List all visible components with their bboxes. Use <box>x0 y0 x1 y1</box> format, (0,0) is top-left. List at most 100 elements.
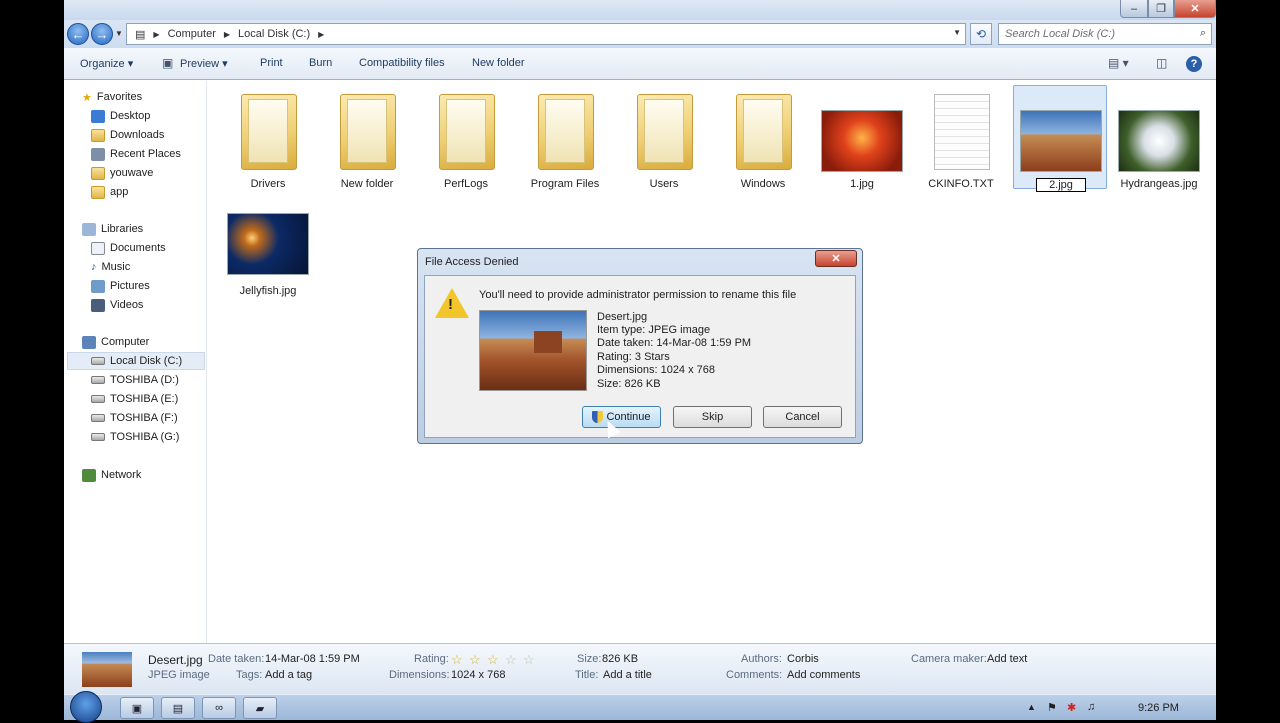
sidebar-item-music[interactable]: ♪ Music <box>91 258 130 276</box>
details-date-value[interactable]: 14-Mar-08 1:59 PM <box>265 653 360 665</box>
letterbox-left <box>0 0 64 720</box>
file-item[interactable]: Jellyfish.jpg <box>221 193 315 297</box>
continue-button[interactable]: Continue <box>582 406 661 428</box>
sidebar-item-desktop[interactable]: Desktop <box>91 107 150 125</box>
sidebar-item-network[interactable]: Network <box>82 466 141 484</box>
star-empty-icon[interactable]: ☆ <box>523 652 535 668</box>
taskbar-app-button[interactable]: ▤ <box>161 697 195 719</box>
search-icon[interactable]: ⌕ <box>1200 27 1206 40</box>
drive-icon <box>91 376 105 384</box>
search-input[interactable]: Search Local Disk (C:) ⌕ <box>998 23 1212 45</box>
sidebar-item-computer[interactable]: Computer <box>82 333 149 351</box>
close-button[interactable]: ✕ <box>1174 0 1216 18</box>
file-item[interactable]: Users <box>617 86 711 190</box>
help-icon[interactable]: ? <box>1186 56 1202 72</box>
recent-pages-dropdown-icon[interactable]: ▼ <box>115 29 123 38</box>
details-title-value[interactable]: Add a title <box>603 669 652 681</box>
back-button[interactable]: ← <box>67 23 89 45</box>
taskbar: ▣ ▤ ∞ ▰ ▲ ⚑ ✱ ♫ 9:26 PM <box>64 691 1216 723</box>
sidebar-item-favorites[interactable]: ★ Favorites <box>82 88 142 106</box>
maximize-button[interactable]: ❐ <box>1148 0 1174 18</box>
file-name: Program Files <box>530 178 600 190</box>
dialog-close-button[interactable]: ✕ <box>815 250 857 267</box>
sidebar-item-toshiba-e[interactable]: TOSHIBA (E:) <box>91 390 178 408</box>
details-comments-value[interactable]: Add comments <box>787 669 860 681</box>
star-filled-icon[interactable]: ☆ <box>487 652 499 668</box>
star-filled-icon[interactable]: ☆ <box>469 652 481 668</box>
taskbar-app-button[interactable]: ∞ <box>202 697 236 719</box>
show-hidden-icons-icon[interactable]: ▲ <box>1027 702 1036 712</box>
file-item[interactable]: Program Files <box>518 86 612 190</box>
print-button[interactable]: Print <box>260 57 283 69</box>
star-empty-icon[interactable]: ☆ <box>505 652 517 668</box>
sidebar-item-downloads[interactable]: Downloads <box>91 126 164 144</box>
details-size-key: Size: <box>577 653 602 665</box>
preview-menu[interactable]: Preview ▾ <box>180 57 228 70</box>
compatibility-files-button[interactable]: Compatibility files <box>359 57 445 69</box>
notepad-app-icon: ▤ <box>172 702 184 715</box>
sidebar-item-app[interactable]: app <box>91 183 128 201</box>
sidebar-item-libraries[interactable]: Libraries <box>82 220 143 238</box>
star-filled-icon[interactable]: ☆ <box>451 652 463 668</box>
cancel-button[interactable]: Cancel <box>763 406 842 428</box>
breadcrumb-computer[interactable]: Computer <box>168 28 216 40</box>
drive-icon <box>91 395 105 403</box>
file-item[interactable]: Hydrangeas.jpg <box>1112 86 1206 190</box>
file-item[interactable]: 1.jpg <box>815 86 909 190</box>
action-center-flag-icon[interactable]: ⚑ <box>1047 701 1057 714</box>
file-item[interactable]: New folder <box>320 86 414 190</box>
breadcrumb-arrow-icon[interactable]: ▶ <box>153 30 159 39</box>
organize-menu[interactable]: Organize ▾ <box>80 57 133 70</box>
sidebar-item-youwave[interactable]: youwave <box>91 164 153 182</box>
rename-input[interactable]: 2.jpg <box>1036 178 1086 192</box>
minimize-button[interactable]: – <box>1120 0 1148 18</box>
folder-icon <box>637 94 693 170</box>
flower-image-thumbnail <box>821 110 903 172</box>
burn-button[interactable]: Burn <box>309 57 332 69</box>
file-name: Drivers <box>250 178 286 190</box>
file-item[interactable]: Drivers <box>221 86 315 190</box>
file-access-denied-dialog: File Access Denied ✕ ! You'll need to pr… <box>417 248 863 444</box>
details-authors-value[interactable]: Corbis <box>787 653 819 665</box>
file-item-selected[interactable]: 2.jpg <box>1013 85 1107 192</box>
forward-button[interactable]: → <box>91 23 113 45</box>
change-view-icon[interactable]: ▤ ▾ <box>1108 56 1129 70</box>
speaker-icon[interactable]: ♫ <box>1087 701 1095 713</box>
sidebar-item-videos[interactable]: Videos <box>91 296 143 314</box>
details-tags-value[interactable]: Add a tag <box>265 669 312 681</box>
skip-button[interactable]: Skip <box>673 406 752 428</box>
breadcrumb-arrow-icon[interactable]: ▶ <box>318 30 324 39</box>
sidebar-item-local-disk-c[interactable]: Local Disk (C:) <box>67 352 205 370</box>
address-dropdown-icon[interactable]: ▼ <box>953 28 961 37</box>
file-name: Hydrangeas.jpg <box>1120 178 1198 190</box>
taskbar-app-button[interactable]: ▣ <box>120 697 154 719</box>
dialog-message: You'll need to provide administrator per… <box>479 289 797 301</box>
details-camera-value[interactable]: Add text <box>987 653 1027 665</box>
sidebar-item-recent-places[interactable]: Recent Places <box>91 145 181 163</box>
breadcrumb-local-disk[interactable]: Local Disk (C:) <box>238 28 310 40</box>
downloads-folder-icon <box>91 128 105 142</box>
taskbar-explorer-button[interactable]: ▰ <box>243 697 277 719</box>
drive-icon <box>91 414 105 422</box>
refresh-button[interactable]: ⟲ <box>970 23 992 45</box>
file-item[interactable]: PerfLogs <box>419 86 513 190</box>
jellyfish-image-thumbnail <box>227 213 309 275</box>
preview-pane-icon[interactable]: ◫ <box>1156 56 1167 70</box>
sidebar-item-toshiba-d[interactable]: TOSHIBA (D:) <box>91 371 179 389</box>
sidebar-item-toshiba-g[interactable]: TOSHIBA (G:) <box>91 428 179 446</box>
file-item[interactable]: CKINFO.TXT <box>914 86 1008 190</box>
breadcrumb-arrow-icon[interactable]: ▶ <box>224 30 230 39</box>
taskbar-clock[interactable]: 9:26 PM <box>1138 702 1179 714</box>
start-button[interactable] <box>70 691 102 723</box>
sidebar-item-pictures[interactable]: Pictures <box>91 277 150 295</box>
sidebar-item-documents[interactable]: Documents <box>91 239 166 257</box>
details-comments-key: Comments: <box>726 669 783 681</box>
file-item[interactable]: Windows <box>716 86 810 190</box>
details-dimensions-key: Dimensions: <box>389 669 450 681</box>
sidebar-item-toshiba-f[interactable]: TOSHIBA (F:) <box>91 409 178 427</box>
new-folder-button[interactable]: New folder <box>472 57 525 69</box>
uac-shield-icon <box>592 411 604 423</box>
folder-icon <box>241 94 297 170</box>
network-warning-icon[interactable]: ✱ <box>1067 701 1076 714</box>
address-bar[interactable]: ▤ ▶ Computer ▶ Local Disk (C:) ▶ ▼ <box>126 23 966 45</box>
